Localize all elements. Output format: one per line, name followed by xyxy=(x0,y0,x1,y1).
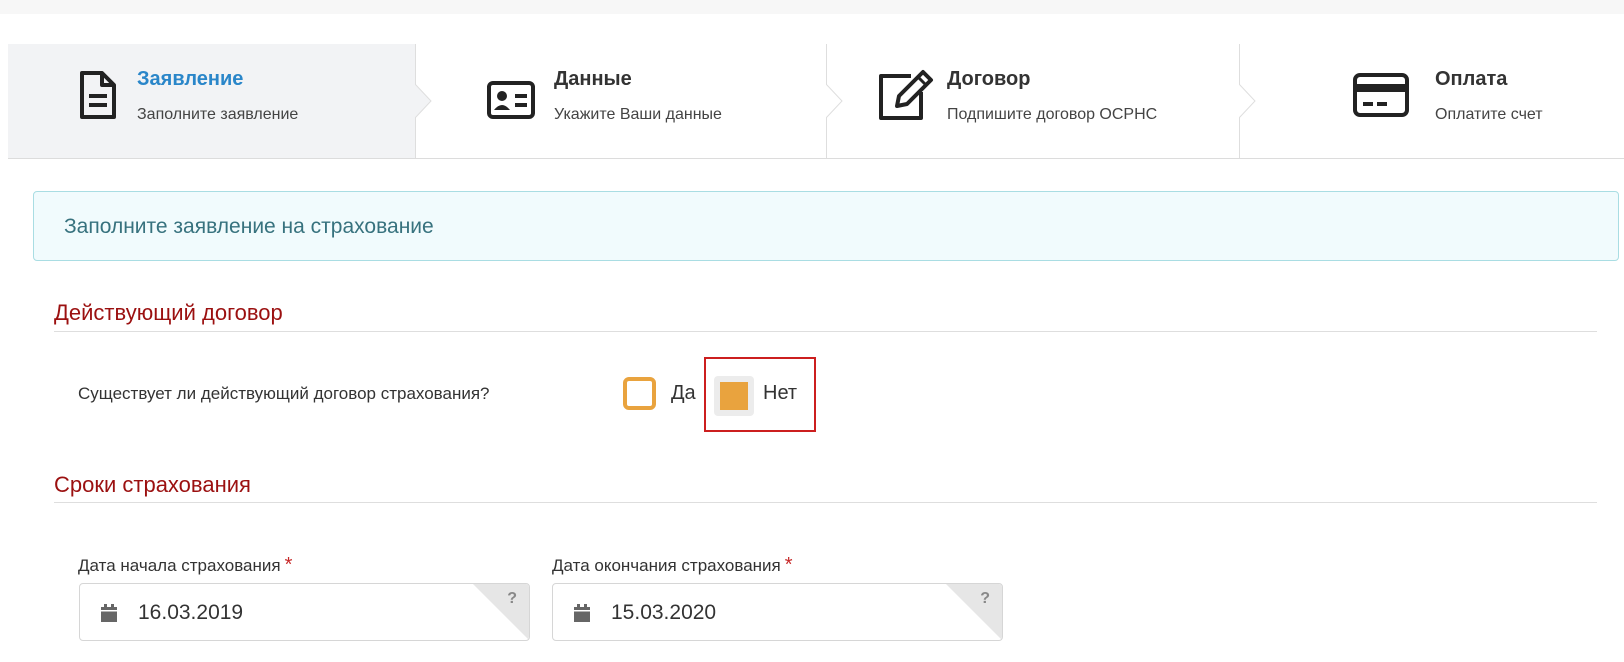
end-date-label: Дата окончания страхования * xyxy=(552,554,793,577)
no-label[interactable]: Нет xyxy=(763,382,797,405)
start-date-label: Дата начала страхования * xyxy=(78,554,292,577)
document-icon xyxy=(80,71,116,119)
step-data[interactable]: Данные Укажите Ваши данные xyxy=(416,44,827,158)
id-card-icon xyxy=(487,81,535,119)
step-title: Оплата xyxy=(1435,68,1508,90)
edit-icon xyxy=(879,70,933,120)
step-subtitle: Подпишите договор ОСРНС xyxy=(947,106,1158,123)
info-text: Заполните заявление на страхование xyxy=(64,215,434,238)
help-icon[interactable]: ? xyxy=(507,590,517,608)
yes-checkbox[interactable] xyxy=(623,377,656,410)
section-title-current-contract: Действующий договор xyxy=(54,300,283,325)
yes-label[interactable]: Да xyxy=(671,382,696,405)
end-date-input[interactable]: 15.03.2020 ? xyxy=(552,583,1003,641)
step-contract[interactable]: Договор Подпишите договор ОСРНС xyxy=(827,44,1240,158)
checkbox-checked-fill xyxy=(720,382,748,410)
required-mark: * xyxy=(784,554,793,576)
help-corner xyxy=(946,584,1002,640)
step-title: Данные xyxy=(554,68,632,90)
start-date-value: 16.03.2019 xyxy=(138,601,244,624)
calendar-icon xyxy=(101,604,117,622)
section-divider xyxy=(54,331,1597,332)
top-strip xyxy=(0,0,1624,14)
step-subtitle: Оплатите счет xyxy=(1435,106,1543,123)
start-date-input[interactable]: 16.03.2019 ? xyxy=(79,583,530,641)
no-checkbox[interactable] xyxy=(714,376,754,416)
help-corner xyxy=(473,584,529,640)
step-subtitle: Укажите Ваши данные xyxy=(554,106,722,123)
wizard-steps: Заявление Заполните заявление Данные Ука… xyxy=(8,44,1624,159)
existing-contract-question: Существует ли действующий договор страхо… xyxy=(78,384,490,403)
step-title: Договор xyxy=(947,68,1031,90)
section-divider xyxy=(54,502,1597,503)
section-title-insurance-terms: Сроки страхования xyxy=(54,472,251,497)
required-mark: * xyxy=(284,554,293,576)
end-date-label-text: Дата окончания страхования xyxy=(552,556,781,575)
step-application[interactable]: Заявление Заполните заявление xyxy=(8,44,416,158)
start-date-label-text: Дата начала страхования xyxy=(78,556,281,575)
info-alert: Заполните заявление на страхование xyxy=(33,191,1619,261)
step-title: Заявление xyxy=(137,68,244,90)
end-date-value: 15.03.2020 xyxy=(611,601,717,624)
credit-card-icon xyxy=(1353,73,1409,117)
help-icon[interactable]: ? xyxy=(980,590,990,608)
calendar-icon xyxy=(574,604,590,622)
step-subtitle: Заполните заявление xyxy=(137,106,299,123)
step-payment[interactable]: Оплата Оплатите счет xyxy=(1240,44,1624,158)
